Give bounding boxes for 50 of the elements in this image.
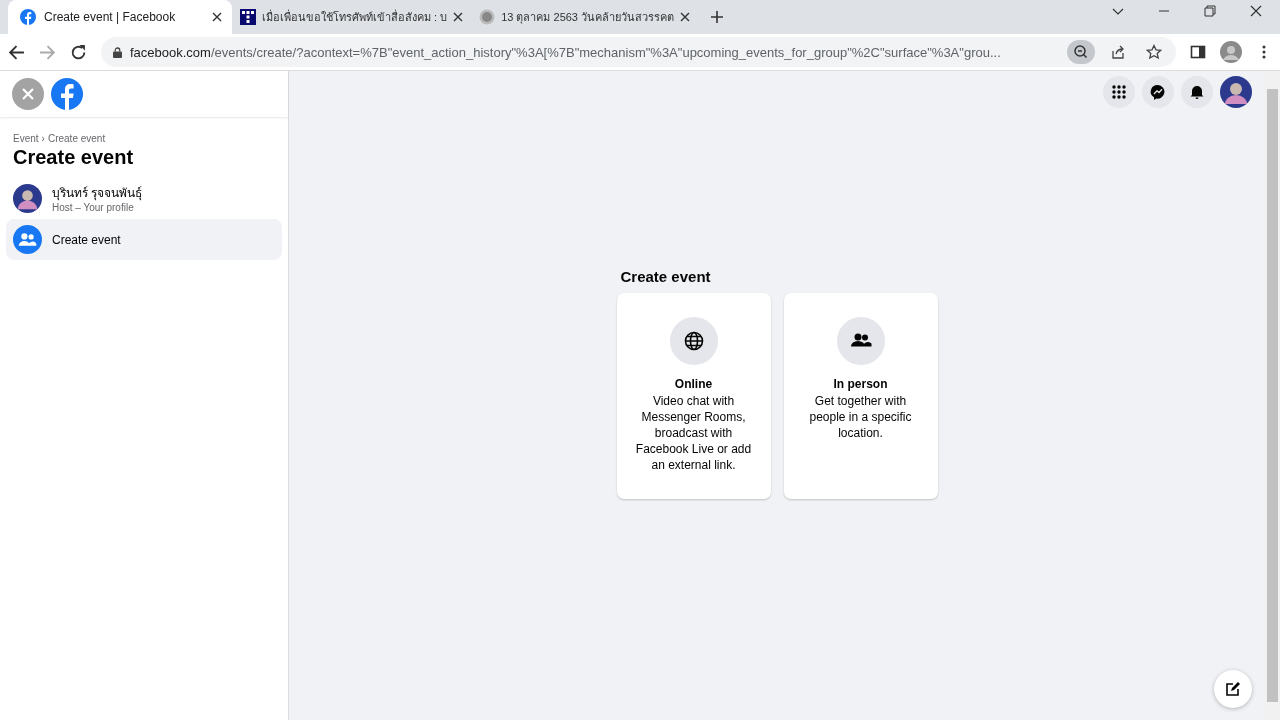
share-icon[interactable]	[1110, 44, 1126, 60]
profile-avatar[interactable]	[13, 183, 42, 213]
edit-icon	[1225, 681, 1241, 697]
facebook-logo-icon[interactable]	[51, 78, 83, 110]
grid-logo-icon	[240, 9, 256, 25]
browser-tab[interactable]: 13 ตุลาคม 2563 วันคล้ายวันสวรรคต	[471, 0, 699, 34]
zoom-out-icon[interactable]	[1066, 40, 1096, 64]
close-icon[interactable]	[1250, 5, 1262, 17]
tab-title: 13 ตุลาคม 2563 วันคล้ายวันสวรรคต	[501, 10, 675, 26]
globe-icon	[669, 317, 718, 365]
menu-grid-icon[interactable]	[1103, 76, 1135, 108]
address-bar[interactable]: facebook.com/events/create/?acontext=%7B"event_action_history"%3A[%7B"mechanism"%3A"upcoming_events_for_group"%2C"surface"%3A"grou...	[101, 37, 1176, 67]
option-card[interactable]: In person Get together with people in a specific location.	[783, 293, 938, 499]
star-icon[interactable]	[1146, 44, 1162, 60]
breadcrumb-separator: ›	[41, 133, 45, 144]
back-arrow-icon[interactable]	[8, 43, 25, 61]
browser-tab[interactable]: Create event | Facebook	[8, 0, 232, 34]
url-text: facebook.com/events/create/?acontext=%7B"event_action_history"%3A[%7B"mechanism"%3A"upcoming_events_for_group"%2C"surface"%3A"grou...	[130, 44, 1002, 60]
option-description: Video chat with Messenger Rooms, broadcast with Facebook Live or add an external link.	[634, 393, 753, 473]
seal-icon	[479, 9, 496, 25]
option-description: Get together with people in a specific location.	[808, 393, 913, 441]
bell-icon[interactable]	[1181, 76, 1213, 108]
compose-button[interactable]	[1214, 670, 1252, 708]
breadcrumb-link[interactable]: Event	[13, 133, 39, 144]
breadcrumb-link[interactable]: Create event	[47, 133, 106, 144]
reload-icon[interactable]	[70, 43, 87, 61]
people-icon	[836, 317, 885, 365]
close-icon[interactable]	[453, 12, 464, 22]
close-icon[interactable]	[680, 12, 691, 22]
close-icon[interactable]	[212, 12, 222, 22]
sidebar-item[interactable]: Create event	[6, 219, 282, 260]
sidebar-title: Create event	[13, 146, 135, 169]
option-title: Online	[674, 377, 713, 391]
host-subtitle: Host – Your profile	[52, 202, 135, 213]
scrollbar[interactable]	[1265, 71, 1280, 720]
restore-icon[interactable]	[1204, 5, 1216, 17]
new-tab-icon[interactable]	[710, 10, 725, 24]
lock-icon	[113, 46, 122, 58]
host-name[interactable]: บุรินทร์ รุจจนพันธุ์	[52, 183, 143, 202]
facebook-logo-icon	[20, 9, 36, 25]
profile-avatar[interactable]	[1220, 76, 1252, 108]
messenger-icon[interactable]	[1142, 76, 1174, 108]
browser-tab[interactable]: เมื่อเพื่อนขอใช้โทรศัพท์เข้าสื่อสังคม : บ	[232, 0, 472, 34]
tab-title: เมื่อเพื่อนขอใช้โทรศัพท์เข้าสื่อสังคม : บ	[262, 8, 448, 25]
tab-title: Create event | Facebook	[44, 9, 176, 26]
people-icon	[13, 225, 42, 254]
side-panel-icon[interactable]	[1190, 44, 1206, 60]
section-heading: Create event	[620, 268, 712, 285]
option-card[interactable]: Online Video chat with Messenger Rooms, broadcast with Facebook Live or add an external link.	[616, 293, 771, 499]
option-title: In person	[833, 377, 888, 391]
